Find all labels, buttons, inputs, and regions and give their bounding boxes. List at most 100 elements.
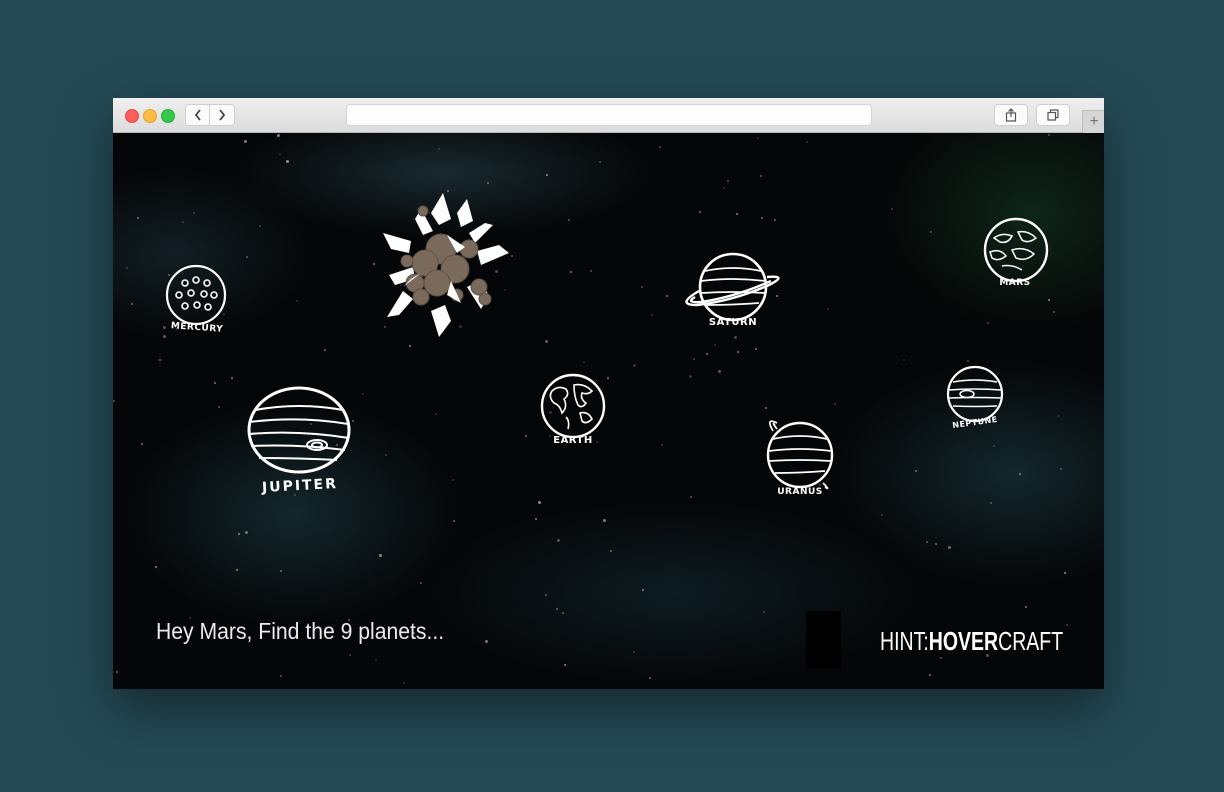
browser-toolbar: + xyxy=(113,98,1104,133)
tabs-overview-icon xyxy=(1047,109,1059,121)
star xyxy=(246,256,248,258)
star xyxy=(689,375,692,378)
browser-window: + MERCURY JUPITER EARTH SATURN URANUS NE… xyxy=(113,98,1104,689)
star xyxy=(610,550,612,552)
star xyxy=(693,358,695,360)
star xyxy=(1060,468,1062,470)
star xyxy=(452,479,454,481)
star xyxy=(259,225,261,227)
star xyxy=(967,360,969,362)
star xyxy=(324,349,326,351)
neptune-icon xyxy=(946,365,1004,423)
star xyxy=(137,217,139,219)
star xyxy=(757,137,759,139)
star xyxy=(1053,311,1055,313)
star xyxy=(1048,299,1050,301)
star xyxy=(568,219,570,221)
new-tab-button[interactable]: + xyxy=(1082,110,1104,133)
tabs-overview-button[interactable] xyxy=(1036,104,1070,126)
planet-mars[interactable]: MARS xyxy=(982,217,1049,288)
star xyxy=(714,344,716,346)
share-icon xyxy=(1005,108,1017,122)
star xyxy=(453,520,455,522)
star xyxy=(827,308,829,310)
planet-label: JUPITER xyxy=(261,476,339,496)
mercury-icon xyxy=(165,264,227,326)
star xyxy=(277,134,280,137)
star xyxy=(993,445,995,447)
star xyxy=(231,377,233,379)
star xyxy=(435,413,437,415)
close-window-button[interactable] xyxy=(125,109,139,123)
star xyxy=(159,359,161,361)
star xyxy=(987,322,989,324)
star xyxy=(603,519,606,522)
star xyxy=(666,295,668,297)
game-canvas: MERCURY JUPITER EARTH SATURN URANUS NEPT… xyxy=(113,133,1104,689)
star xyxy=(373,263,375,265)
star xyxy=(218,406,220,408)
zoom-window-button[interactable] xyxy=(161,109,175,123)
star xyxy=(556,608,558,610)
earth-icon xyxy=(540,373,606,439)
star xyxy=(286,160,289,163)
minimize-window-button[interactable] xyxy=(143,109,157,123)
jupiter-icon xyxy=(247,386,351,474)
star xyxy=(487,182,489,184)
star xyxy=(545,594,547,596)
star xyxy=(155,566,157,568)
address-bar[interactable] xyxy=(346,104,872,126)
star xyxy=(126,267,128,269)
planet-label: MARS xyxy=(999,278,1031,288)
star xyxy=(1025,606,1027,608)
share-button[interactable] xyxy=(994,104,1028,126)
star xyxy=(765,407,767,409)
star xyxy=(535,518,537,520)
forward-button[interactable] xyxy=(209,104,235,126)
star xyxy=(881,514,883,516)
planet-uranus[interactable]: URANUS xyxy=(763,417,837,497)
star xyxy=(385,454,387,456)
planet-neptune[interactable]: NEPTUNE xyxy=(945,365,1005,430)
star xyxy=(723,187,725,189)
star xyxy=(926,541,928,543)
star xyxy=(935,543,937,545)
star xyxy=(737,351,739,353)
star xyxy=(141,443,143,445)
star xyxy=(641,286,643,288)
star xyxy=(633,364,636,367)
star xyxy=(1019,473,1021,475)
star xyxy=(280,570,282,572)
chevron-left-icon xyxy=(194,109,201,121)
planet-jupiter[interactable]: JUPITER xyxy=(245,386,355,496)
star xyxy=(538,501,541,504)
star xyxy=(806,141,808,143)
star xyxy=(113,400,115,402)
star xyxy=(545,340,548,343)
star xyxy=(706,353,708,355)
star xyxy=(409,345,411,347)
uranus-icon xyxy=(766,420,834,490)
star xyxy=(599,161,601,163)
star xyxy=(633,651,635,653)
star xyxy=(948,546,951,549)
star xyxy=(245,531,248,534)
exploded-planet[interactable] xyxy=(381,191,513,341)
star xyxy=(940,657,942,659)
star xyxy=(379,554,382,557)
star xyxy=(438,148,440,150)
star xyxy=(193,212,195,214)
star xyxy=(362,393,364,395)
hint-thin: CRAFT xyxy=(998,626,1064,656)
star xyxy=(915,470,917,472)
planet-earth[interactable]: EARTH xyxy=(540,373,606,446)
star xyxy=(736,213,738,215)
back-button[interactable] xyxy=(185,104,211,126)
planet-saturn[interactable]: SATURN xyxy=(681,252,785,328)
planet-mercury[interactable]: MERCURY xyxy=(161,264,233,335)
star xyxy=(642,589,644,591)
star xyxy=(403,682,405,684)
star xyxy=(651,314,653,316)
star xyxy=(930,231,932,233)
star xyxy=(699,211,701,213)
